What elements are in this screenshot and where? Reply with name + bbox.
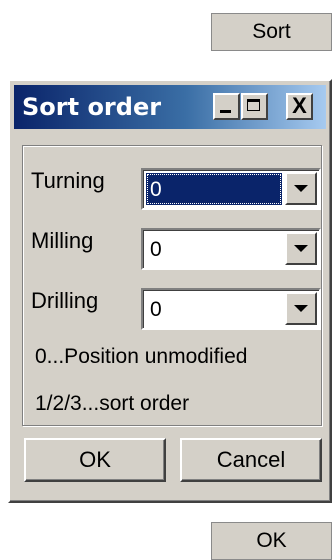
milling-label: Milling <box>31 228 94 253</box>
dropdown-arrow-icon[interactable] <box>285 232 317 265</box>
turning-select[interactable]: 0 <box>141 168 321 210</box>
milling-select[interactable]: 0 <box>141 228 321 270</box>
maximize-button[interactable] <box>241 93 268 120</box>
ok-button-external[interactable]: OK <box>211 522 332 560</box>
info-text-unmodified: 0...Position unmodified <box>35 345 248 368</box>
drilling-value: 0 <box>150 298 162 321</box>
title-bar[interactable]: Sort order X <box>14 85 326 129</box>
sort-fields-group: Turning 0 Milling 0 Drilling 0 0...Posit… <box>22 145 322 426</box>
dropdown-arrow-icon[interactable] <box>285 172 317 205</box>
sort-order-dialog: Sort order X Turning 0 Milling 0 Drillin… <box>8 79 332 503</box>
minimize-button[interactable] <box>213 93 240 120</box>
dropdown-arrow-icon[interactable] <box>285 292 317 325</box>
minimize-icon <box>220 110 231 113</box>
drilling-select[interactable]: 0 <box>141 288 321 330</box>
info-text-sort-order: 1/2/3...sort order <box>35 392 190 415</box>
drilling-label: Drilling <box>31 288 99 313</box>
cancel-button[interactable]: Cancel <box>180 438 322 482</box>
ok-button[interactable]: OK <box>24 438 166 482</box>
maximize-icon <box>247 99 260 111</box>
turning-label: Turning <box>31 168 105 193</box>
milling-value: 0 <box>150 238 162 261</box>
sort-button[interactable]: Sort <box>211 13 332 51</box>
dialog-title: Sort order <box>22 93 162 121</box>
close-icon: X <box>292 93 307 118</box>
close-button[interactable]: X <box>286 93 313 120</box>
turning-value: 0 <box>146 173 282 205</box>
